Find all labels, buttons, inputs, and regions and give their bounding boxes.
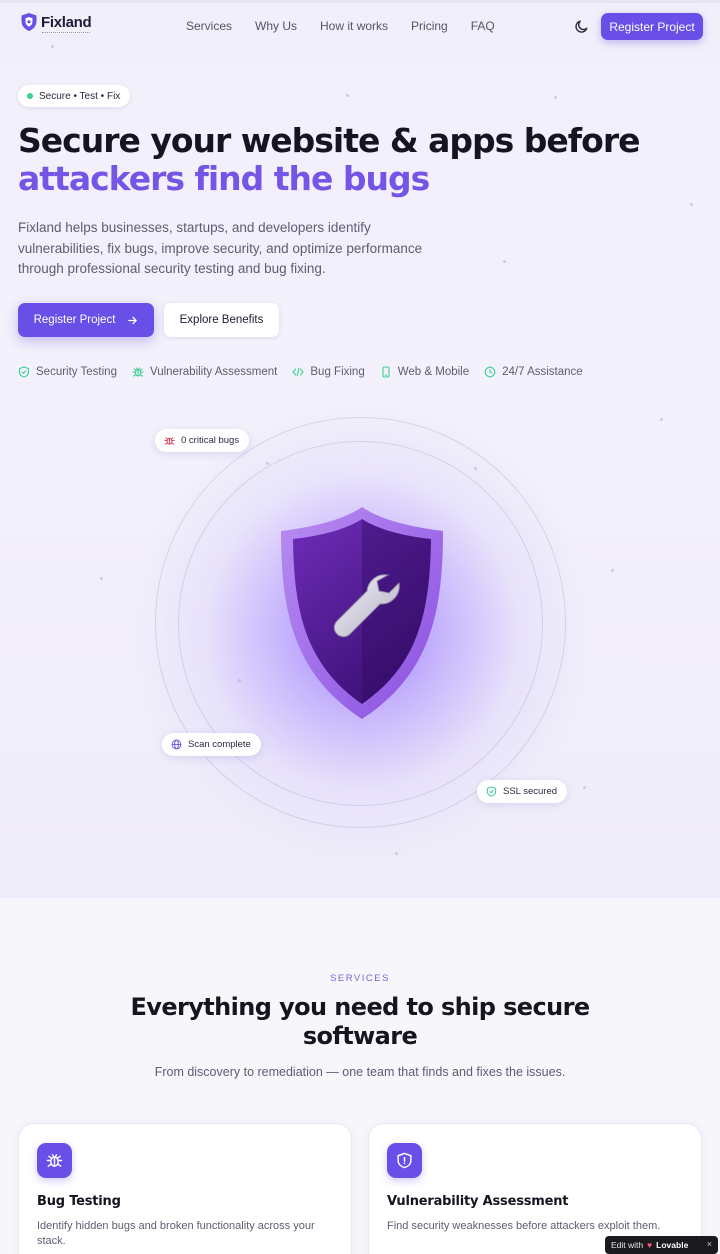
card-icon-wrap (387, 1143, 422, 1178)
decor-dot (51, 45, 54, 48)
nav-links: Services Why Us How it works Pricing FAQ (186, 19, 518, 33)
bug-icon (46, 1154, 63, 1167)
card-title: Vulnerability Assessment (387, 1194, 569, 1209)
top-nav: Fixland Services Why Us How it works Pri… (0, 10, 720, 42)
services-subtitle: From discovery to remediation — one team… (154, 1065, 566, 1079)
card-icon-wrap (37, 1143, 72, 1178)
shield-logo-icon (21, 13, 37, 31)
hero-section: Fixland Services Why Us How it works Pri… (0, 0, 720, 898)
nav-link-how-it-works[interactable]: How it works (320, 19, 388, 33)
hero-badge-label: Secure • Test • Fix (39, 90, 121, 102)
brand-tagline-line (42, 32, 90, 34)
smartphone-icon (382, 366, 390, 378)
bug-icon (132, 367, 144, 377)
feature-label: Bug Fixing (310, 366, 365, 378)
feature-247-assistance: 24/7 Assistance (484, 366, 583, 378)
top-border (0, 0, 720, 3)
logo[interactable]: Fixland (20, 12, 92, 32)
service-card-vulnerability-assessment[interactable]: Vulnerability Assessment Find security w… (368, 1123, 702, 1254)
service-card-bug-testing[interactable]: Bug Testing Identify hidden bugs and bro… (18, 1123, 352, 1254)
brand-name: Fixland (41, 13, 92, 31)
lovable-heart-icon: ♥ (647, 1240, 653, 1250)
feature-label: Security Testing (36, 366, 117, 378)
decor-dot (660, 418, 663, 421)
explore-benefits-button[interactable]: Explore Benefits (164, 303, 279, 337)
decor-dot (583, 786, 586, 789)
scan-complete-label: Scan complete (188, 739, 251, 750)
feature-label: Vulnerability Assessment (149, 366, 278, 378)
card-description: Identify hidden bugs and broken function… (37, 1220, 315, 1247)
feature-web-mobile: Web & Mobile (380, 366, 469, 378)
moon-icon[interactable] (574, 18, 590, 34)
edit-with-lovable-badge[interactable]: Edit with ♥ Lovable × (605, 1236, 718, 1254)
hero-description: Fixland helps businesses, startups, and … (18, 220, 423, 276)
services-eyebrow: SERVICES (330, 973, 390, 984)
close-icon[interactable]: × (707, 1239, 712, 1249)
feature-vulnerability-assessment: Vulnerability Assessment (132, 366, 277, 378)
decor-dot (611, 569, 614, 572)
ssl-secured-chip: SSL secured (477, 780, 568, 803)
shield-alert-icon (397, 1152, 412, 1169)
lovable-brand: Lovable (656, 1240, 689, 1250)
decor-dot (346, 94, 349, 97)
decor-dot (100, 577, 103, 580)
clock-icon (484, 366, 496, 378)
arrow-right-icon (128, 316, 138, 324)
nav-link-faq[interactable]: FAQ (471, 19, 495, 33)
lovable-prefix: Edit with (611, 1240, 644, 1250)
nav-register-button[interactable]: Register Project (601, 13, 703, 40)
critical-bugs-chip: 0 critical bugs (155, 429, 250, 452)
code-icon (292, 367, 304, 377)
feature-label: Web & Mobile (397, 366, 470, 378)
card-title: Bug Testing (37, 1194, 121, 1209)
shield-check-icon (486, 786, 497, 797)
decor-dot (554, 96, 557, 99)
hero-badge: Secure • Test • Fix (18, 85, 131, 107)
hero-title-line1: Secure your website & apps before (18, 121, 640, 160)
scan-complete-chip: Scan complete (162, 733, 261, 756)
shield-check-icon (18, 366, 30, 378)
nav-link-why-us[interactable]: Why Us (255, 19, 297, 33)
ssl-secured-label: SSL secured (503, 786, 558, 797)
decor-dot (690, 203, 693, 206)
nav-link-services[interactable]: Services (186, 19, 232, 33)
bug-icon (164, 437, 175, 445)
card-description: Find security weaknesses before attacker… (387, 1220, 661, 1232)
hero-title: Secure your website & apps before attack… (18, 122, 708, 198)
feature-label: 24/7 Assistance (502, 366, 583, 378)
hero-title-line2: attackers find the bugs (18, 159, 430, 198)
feature-list: Security Testing Vulnerability Assessmen… (18, 366, 598, 378)
feature-security-testing: Security Testing (18, 366, 117, 378)
register-project-button[interactable]: Register Project (18, 303, 154, 337)
status-dot (27, 93, 33, 99)
critical-bugs-label: 0 critical bugs (181, 435, 240, 446)
decor-dot (503, 260, 506, 263)
feature-bug-fixing: Bug Fixing (292, 366, 365, 378)
shield-wrench-icon (281, 507, 443, 719)
services-title: Everything you need to ship secure softw… (130, 993, 591, 1050)
register-project-label: Register Project (33, 314, 116, 326)
globe-icon (171, 739, 182, 750)
nav-link-pricing[interactable]: Pricing (411, 19, 448, 33)
